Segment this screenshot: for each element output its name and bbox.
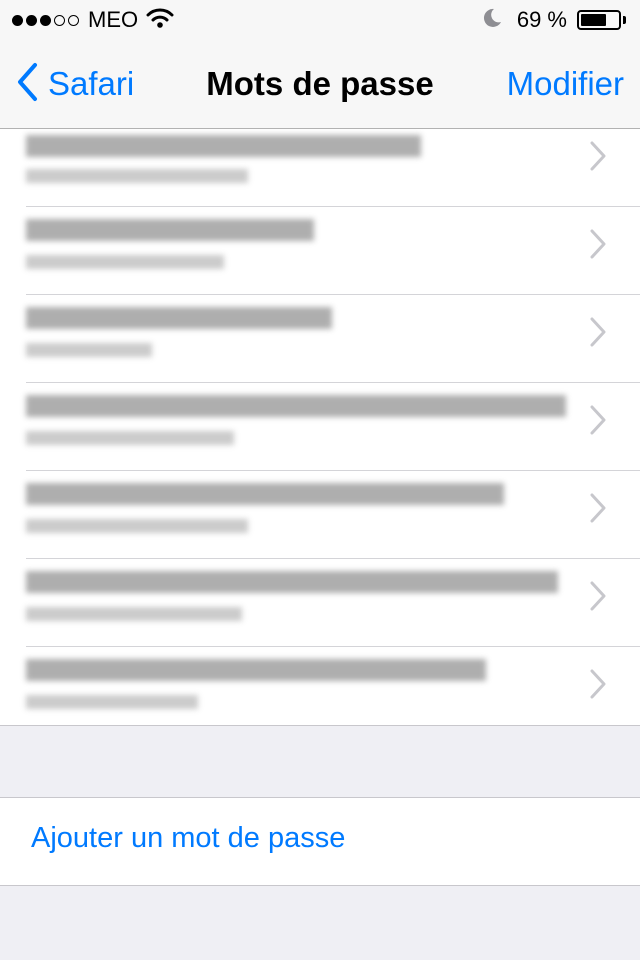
- battery-level-fill: [581, 14, 606, 26]
- blurred-site-account: [26, 135, 421, 157]
- chevron-right-icon: [586, 491, 610, 525]
- blurred-site-account: [26, 219, 314, 241]
- blurred-password: [26, 695, 198, 709]
- chevron-right-icon: [586, 315, 610, 349]
- blurred-site-account: [26, 395, 566, 417]
- chevron-right-icon: [586, 139, 610, 173]
- password-row[interactable]: [0, 471, 640, 559]
- wifi-icon: [146, 7, 174, 34]
- blurred-password: [26, 169, 248, 183]
- add-password-button[interactable]: Ajouter un mot de passe: [31, 822, 345, 855]
- password-row[interactable]: [0, 129, 640, 207]
- status-bar: MEO 69 %: [0, 0, 640, 40]
- blurred-site-account: [26, 483, 504, 505]
- status-right: 69 %: [481, 6, 626, 34]
- signal-strength-icon: [12, 14, 82, 26]
- chevron-right-icon: [586, 579, 610, 613]
- blurred-site-account: [26, 307, 332, 329]
- password-row[interactable]: [0, 559, 640, 647]
- blurred-site-account: [26, 659, 486, 681]
- password-row[interactable]: [0, 383, 640, 471]
- blurred-password: [26, 431, 234, 445]
- blurred-password: [26, 255, 224, 269]
- blurred-password: [26, 519, 248, 533]
- chevron-right-icon: [586, 403, 610, 437]
- chevron-right-icon: [586, 667, 610, 701]
- navigation-bar: Safari Mots de passe Modifier: [0, 40, 640, 129]
- battery-percentage: 69 %: [516, 7, 567, 32]
- blurred-password: [26, 343, 152, 357]
- blurred-password: [26, 607, 242, 621]
- battery-cap: [623, 16, 626, 24]
- add-password-group: Ajouter un mot de passe: [0, 797, 640, 886]
- chevron-right-icon: [586, 227, 610, 261]
- battery-icon: [577, 10, 621, 30]
- password-row[interactable]: [0, 207, 640, 295]
- password-list: [0, 129, 640, 726]
- status-left: MEO: [12, 6, 174, 34]
- blurred-site-account: [26, 571, 558, 593]
- moon-icon: [481, 7, 503, 34]
- edit-button[interactable]: Modifier: [507, 62, 624, 106]
- carrier-name: MEO: [88, 7, 139, 32]
- password-row[interactable]: [0, 647, 640, 725]
- password-row[interactable]: [0, 295, 640, 383]
